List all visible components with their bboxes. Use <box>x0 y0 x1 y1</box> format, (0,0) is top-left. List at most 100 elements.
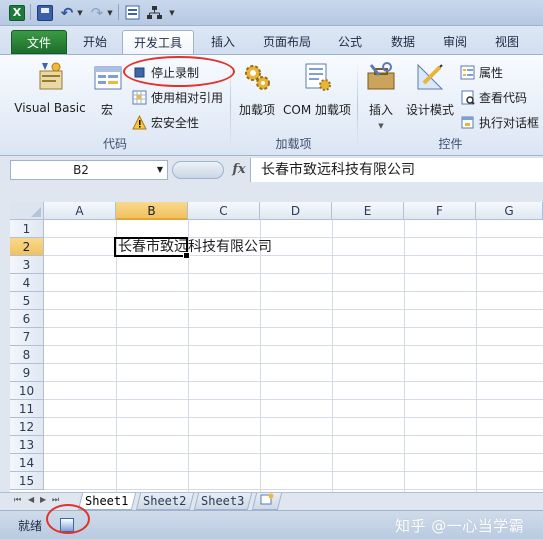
stop-recording-label: 停止录制 <box>151 65 200 80</box>
next-sheet-icon[interactable]: ▶ <box>40 495 46 504</box>
row-header-14[interactable]: 14 <box>10 454 44 472</box>
row-header-9[interactable]: 9 <box>10 364 44 382</box>
com-addins-button[interactable]: COM 加载项 <box>281 61 353 118</box>
row-header-11[interactable]: 11 <box>10 400 44 418</box>
properties-icon <box>460 65 475 80</box>
formula-bar: B2 ▼ fx 长春市致远科技有限公司 <box>0 158 543 182</box>
sheet-tab-label: Sheet3 <box>201 494 245 508</box>
name-box[interactable]: B2 ▼ <box>10 160 168 180</box>
gridline <box>44 363 543 364</box>
properties-button[interactable]: 属性 <box>460 61 503 83</box>
insert-control-button[interactable]: 插入 ▼ <box>364 61 398 130</box>
tab-page-layout[interactable]: 页面布局 <box>252 30 322 54</box>
run-dialog-icon <box>460 115 475 130</box>
view-code-icon <box>460 90 475 105</box>
relative-reference-icon <box>132 90 147 105</box>
redo-dropdown-icon[interactable]: ▼ <box>106 4 114 21</box>
tab-developer[interactable]: 开发工具 <box>122 30 194 54</box>
tab-data[interactable]: 数据 <box>380 30 426 54</box>
row-header-2[interactable]: 2 <box>10 238 44 256</box>
column-header-g[interactable]: G <box>476 202 543 220</box>
title-bar: X ↶ ▼ ↷ ▼ ▼ <box>0 0 543 26</box>
row-header-10[interactable]: 10 <box>10 382 44 400</box>
row-header-13[interactable]: 13 <box>10 436 44 454</box>
macro-security-button[interactable]: 宏安全性 <box>132 111 199 133</box>
row-header-8[interactable]: 8 <box>10 346 44 364</box>
undo-dropdown-icon[interactable]: ▼ <box>76 4 84 21</box>
visual-basic-label: Visual Basic <box>14 101 86 115</box>
form-icon[interactable] <box>124 4 140 21</box>
gridline <box>116 220 117 492</box>
sheet-tab-sheet3[interactable]: Sheet3 <box>193 493 253 510</box>
macros-icon <box>92 61 124 93</box>
warning-icon <box>132 114 147 130</box>
column-header-b[interactable]: B <box>116 202 188 220</box>
visual-basic-icon <box>34 61 66 93</box>
tree-icon[interactable] <box>145 4 163 21</box>
visual-basic-button[interactable]: Visual Basic <box>8 61 92 115</box>
name-box-dropdown-icon[interactable]: ▼ <box>157 165 163 174</box>
toolbox-icon <box>365 61 397 93</box>
last-sheet-icon[interactable]: ⏭ <box>52 495 59 505</box>
column-header-a[interactable]: A <box>44 202 116 220</box>
save-icon[interactable] <box>37 4 53 21</box>
row-header-3[interactable]: 3 <box>10 256 44 274</box>
addins-button[interactable]: 加载项 <box>235 61 279 118</box>
column-header-f[interactable]: F <box>404 202 476 220</box>
prev-sheet-icon[interactable]: ◀ <box>28 495 34 504</box>
view-code-button[interactable]: 查看代码 <box>460 86 527 108</box>
stop-icon <box>132 65 147 80</box>
tab-view[interactable]: 视图 <box>484 30 530 54</box>
insert-sheet-button[interactable] <box>251 493 283 510</box>
tab-home[interactable]: 开始 <box>72 30 118 54</box>
gridline <box>188 220 189 492</box>
macros-button[interactable]: 宏 <box>92 61 122 118</box>
sheet-tab-sheet1[interactable]: Sheet1 <box>77 493 137 510</box>
row-header-15[interactable]: 15 <box>10 472 44 490</box>
column-header-c[interactable]: C <box>188 202 260 220</box>
ribbon-tab-row: 文件 开始 开发工具 插入 页面布局 公式 数据 审阅 视图 <box>0 26 543 54</box>
tab-file[interactable]: 文件 <box>11 30 67 54</box>
customize-qa-icon[interactable]: ▼ <box>167 4 177 21</box>
row-header-1[interactable]: 1 <box>10 220 44 238</box>
redo-icon[interactable]: ↷ <box>90 4 104 22</box>
formula-input[interactable]: 长春市致远科技有限公司 <box>250 158 543 182</box>
insert-sheet-icon <box>260 493 274 510</box>
relative-reference-button[interactable]: 使用相对引用 <box>132 86 223 108</box>
column-header-d[interactable]: D <box>260 202 332 220</box>
gridline <box>44 273 543 274</box>
view-code-label: 查看代码 <box>479 90 528 105</box>
tab-insert[interactable]: 插入 <box>198 30 248 54</box>
column-header-e[interactable]: E <box>332 202 404 220</box>
code-group-label: 代码 <box>102 137 127 151</box>
addins-label: 加载项 <box>238 103 275 117</box>
first-sheet-icon[interactable]: ⏮ <box>14 495 21 505</box>
macro-security-label: 宏安全性 <box>151 115 200 130</box>
gridline <box>44 489 543 490</box>
worksheet-grid[interactable] <box>10 202 543 492</box>
sheet-tab-sheet2[interactable]: Sheet2 <box>135 493 195 510</box>
tab-formulas[interactable]: 公式 <box>326 30 374 54</box>
tab-review[interactable]: 审阅 <box>432 30 478 54</box>
row-header-12[interactable]: 12 <box>10 418 44 436</box>
select-all-corner[interactable] <box>10 202 44 220</box>
design-mode-button[interactable]: 设计模式 <box>402 61 458 118</box>
row-header-7[interactable]: 7 <box>10 328 44 346</box>
macro-recording-icon[interactable] <box>60 518 74 532</box>
row-header-5[interactable]: 5 <box>10 292 44 310</box>
gridline <box>44 327 543 328</box>
gridline <box>44 417 543 418</box>
addins-group-label: 加载项 <box>275 137 312 151</box>
com-addins-label: COM 加载项 <box>283 103 351 117</box>
formula-bar-splitter[interactable] <box>172 161 224 179</box>
design-mode-icon <box>414 61 446 93</box>
status-ready: 就绪 <box>18 519 43 533</box>
stop-recording-button[interactable]: 停止录制 <box>132 61 199 83</box>
insert-function-icon[interactable]: fx <box>228 160 250 180</box>
active-cell-b2[interactable] <box>114 237 190 259</box>
excel-logo-icon[interactable]: X <box>8 4 26 21</box>
run-dialog-button[interactable]: 执行对话框 <box>460 111 539 133</box>
undo-icon[interactable]: ↶ <box>60 4 74 22</box>
row-header-4[interactable]: 4 <box>10 274 44 292</box>
row-header-6[interactable]: 6 <box>10 310 44 328</box>
